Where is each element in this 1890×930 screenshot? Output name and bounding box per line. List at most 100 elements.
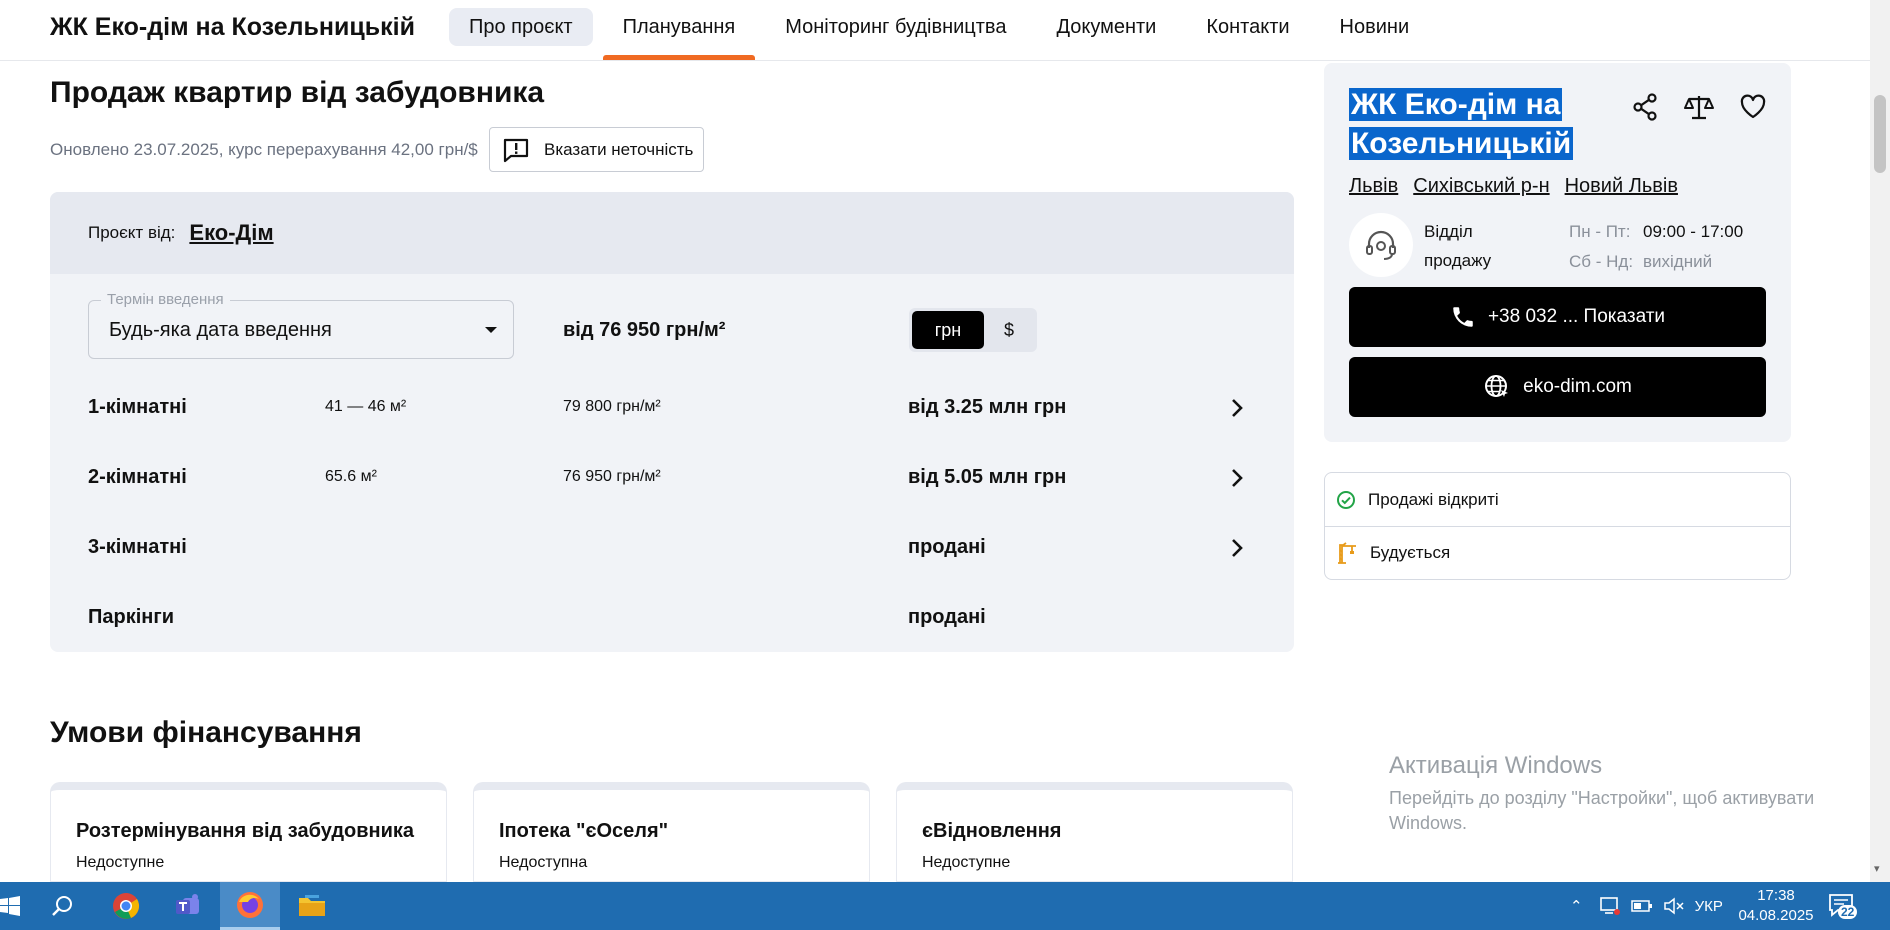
location-district[interactable]: Сихівський р-н	[1413, 175, 1549, 198]
top-navigation: ЖК Еко-дім на Козельницькій Про проєкт П…	[0, 0, 1870, 61]
firefox-icon[interactable]	[220, 882, 280, 930]
weekend-label: Сб - Нд:	[1569, 252, 1634, 271]
developer-link[interactable]: Еко-Дім	[189, 220, 273, 246]
developer-header: Проєкт від: Еко-Дім	[50, 192, 1294, 274]
row-total: продані	[908, 536, 986, 558]
heart-icon[interactable]	[1726, 87, 1780, 127]
show-phone-button[interactable]: +38 032 ... Показати	[1349, 287, 1766, 347]
system-tray: ⌃ УКР	[1570, 882, 1723, 930]
report-inaccuracy-button[interactable]: Вказати неточність	[489, 127, 704, 172]
financing-card-mortgage[interactable]: Іпотека "єОселя" Недоступна	[473, 782, 870, 882]
nav-news[interactable]: Новини	[1320, 8, 1430, 46]
windows-start-icon[interactable]	[0, 882, 20, 930]
location-area[interactable]: Новий Львів	[1565, 175, 1678, 198]
volume-muted-icon[interactable]	[1663, 897, 1685, 915]
watermark-text: Перейдіть до розділу "Настройки", щоб ак…	[1389, 788, 1815, 833]
dept-line2: продажу	[1424, 251, 1492, 270]
website-label: eko-dim.com	[1523, 376, 1632, 397]
weekend-hours: вихідний	[1643, 252, 1713, 271]
term-select-value: Будь-яка дата введення	[109, 319, 332, 341]
side-title-line2: Козельницькій	[1349, 127, 1574, 160]
nav-documents[interactable]: Документи	[1036, 8, 1176, 46]
currency-usd-button[interactable]: $	[984, 311, 1034, 349]
notifications-icon[interactable]: 22	[1828, 893, 1858, 922]
page-scrollbar[interactable]: ▾	[1870, 0, 1890, 882]
status-sales-label: Продажі відкриті	[1368, 489, 1499, 509]
row-area: 65.6 м²	[325, 468, 377, 485]
table-row[interactable]: 2-кімнатні 65.6 м² 76 950 грн/м² від 5.0…	[50, 448, 1294, 508]
notifications-badge: 22	[1838, 905, 1858, 919]
table-row[interactable]: 3-кімнатні продані	[50, 518, 1294, 578]
feedback-icon	[503, 138, 529, 162]
teams-icon[interactable]	[158, 882, 218, 930]
chrome-icon[interactable]	[104, 882, 148, 930]
weekday-hours: 09:00 - 17:00	[1643, 222, 1744, 241]
chevron-right-icon[interactable]	[1230, 538, 1244, 558]
crane-icon	[1338, 542, 1356, 564]
financing-card-title: Іпотека "єОселя"	[499, 820, 669, 842]
headset-icon	[1366, 230, 1396, 260]
nav-about[interactable]: Про проєкт	[449, 8, 593, 46]
nav-monitoring[interactable]: Моніторинг будівництва	[765, 8, 1026, 46]
watermark-title: Активація Windows	[1389, 752, 1603, 779]
battery-icon[interactable]	[1630, 899, 1653, 913]
row-type: 1-кімнатні	[88, 396, 187, 418]
share-icon[interactable]	[1618, 87, 1672, 127]
row-type: Паркінги	[88, 606, 174, 628]
nav-contacts[interactable]: Контакти	[1186, 8, 1309, 46]
financing-card-status: Недоступне	[922, 854, 1011, 871]
financing-title: Умови фінансування	[50, 716, 362, 749]
table-row: Паркінги продані	[50, 588, 1294, 648]
row-type: 3-кімнатні	[88, 536, 187, 558]
report-inaccuracy-label: Вказати неточність	[544, 139, 694, 159]
scrollbar-thumb[interactable]	[1874, 95, 1886, 173]
compare-scale-icon[interactable]	[1672, 87, 1726, 127]
taskbar-clock[interactable]: 17:38 04.08.2025	[1736, 886, 1816, 926]
term-select-legend: Термін введення	[101, 291, 230, 308]
financing-card-status: Недоступне	[76, 854, 165, 871]
table-row[interactable]: 1-кімнатні 41 — 46 м² 79 800 грн/м² від …	[50, 378, 1294, 438]
tray-expand-icon[interactable]: ⌃	[1570, 897, 1583, 915]
financing-card-evidnovlennia[interactable]: єВідновлення Недоступне	[896, 782, 1293, 882]
row-price-m2: 79 800 грн/м²	[563, 398, 661, 415]
financing-card-installment[interactable]: Розтермінування від забудовника Недоступ…	[50, 782, 447, 882]
clock-date: 04.08.2025	[1738, 907, 1814, 924]
globe-icon	[1485, 375, 1509, 397]
clock-time: 17:38	[1757, 887, 1795, 904]
row-total: від 5.05 млн грн	[908, 466, 1067, 488]
file-explorer-icon[interactable]	[282, 882, 342, 930]
working-hours: Пн - Пт: 09:00 - 17:00 Сб - Нд: вихідний	[1569, 217, 1743, 277]
website-button[interactable]: eko-dim.com	[1349, 357, 1766, 417]
row-type: 2-кімнатні	[88, 466, 187, 488]
financing-card-status: Недоступна	[499, 854, 588, 871]
row-total: продані	[908, 606, 986, 628]
location-city[interactable]: Львів	[1349, 175, 1398, 198]
show-phone-label: +38 032 ... Показати	[1487, 306, 1666, 327]
row-area: 41 — 46 м²	[325, 398, 407, 415]
dept-line1: Відділ	[1424, 222, 1473, 241]
network-icon[interactable]	[1599, 896, 1621, 916]
side-actions	[1618, 87, 1780, 127]
chevron-right-icon[interactable]	[1230, 468, 1244, 488]
row-total: від 3.25 млн грн	[908, 396, 1067, 418]
page-title: Продаж квартир від забудовника	[50, 76, 545, 109]
language-indicator[interactable]: УКР	[1695, 898, 1723, 915]
financing-card-title: єВідновлення	[922, 820, 1062, 842]
side-title: ЖК Еко-дім на Козельницькій	[1349, 85, 1574, 163]
financing-card-title: Розтермінування від забудовника	[76, 820, 415, 842]
chevron-right-icon[interactable]	[1230, 398, 1244, 418]
project-side-panel: ЖК Еко-дім на Козельницькій Львів Сихівс…	[1324, 63, 1791, 442]
currency-uah-button[interactable]: грн	[912, 311, 984, 349]
windows-activation-watermark: Активація Windows Перейдіть до розділу "…	[1389, 752, 1829, 836]
status-list: Продажі відкриті Будується	[1324, 472, 1791, 580]
side-title-line1: ЖК Еко-дім на	[1349, 88, 1563, 121]
windows-taskbar: ⌃ УКР 17:38 04.08.2025 22	[0, 882, 1890, 930]
location-links: Львів Сихівський р-н Новий Львів	[1349, 175, 1693, 198]
search-icon[interactable]	[40, 882, 84, 930]
term-select[interactable]: Термін введення Будь-яка дата введення	[88, 291, 514, 359]
nav-planning[interactable]: Планування	[602, 8, 756, 60]
site-brand[interactable]: ЖК Еко-дім на Козельницькій	[50, 13, 415, 42]
scroll-down-icon[interactable]: ▾	[1874, 862, 1880, 875]
weekday-label: Пн - Пт:	[1569, 222, 1631, 241]
status-under-construction: Будується	[1325, 526, 1790, 579]
